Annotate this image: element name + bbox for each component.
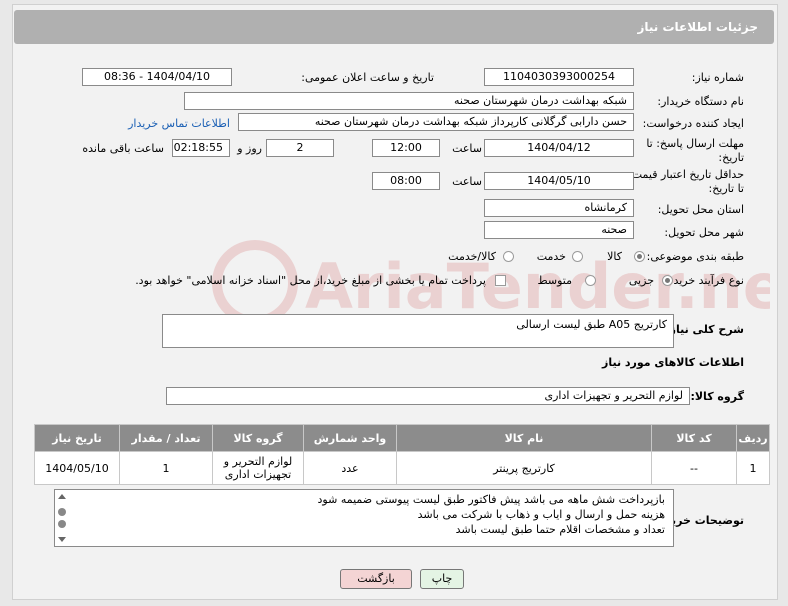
note-line: هزینه حمل و ارسال و ایاب و ذهاب با شرکت … (417, 508, 665, 521)
remaining-label: ساعت باقی مانده (82, 142, 164, 155)
cell-need-date: 1404/05/10 (34, 451, 120, 485)
goods-group-field: لوازم التحریر و تجهیزات اداری (166, 387, 690, 405)
cell-group: لوازم التحریر و تجهیزات اداری (212, 451, 304, 485)
purchase-option-minor: جزیی (628, 274, 654, 287)
buyer-notes-field[interactable]: بازپرداخت شش ماهه می باشد پیش فاکتور طبق… (54, 489, 674, 547)
deadline-label: مهلت ارسال پاسخ: تا تاریخ: (646, 137, 744, 164)
col-header-name: نام کالا (396, 424, 652, 452)
goods-table: ردیف کد کالا نام کالا واحد شمارش گروه کا… (34, 424, 770, 485)
days-field: 2 (266, 139, 334, 157)
validity-label: حداقل تاریخ اعتبار قیمت: تا تاریخ: (628, 168, 744, 195)
cell-code: -- (651, 451, 737, 485)
purchase-type-label: نوع فرآیند خرید : (666, 274, 744, 287)
col-header-group: گروه کالا (212, 424, 304, 452)
validity-date-field: 1404/05/10 (484, 172, 634, 190)
buyer-org-label: نام دستگاه خریدار: (657, 95, 744, 108)
col-header-quantity: تعداد / مقدار (119, 424, 213, 452)
notes-scrollbar[interactable] (55, 490, 69, 546)
category-option-service: خدمت (536, 250, 566, 263)
note-line: تعداد و مشخصات اقلام حتما طبق لیست باشد (455, 523, 665, 536)
cell-quantity: 1 (119, 451, 213, 485)
table-header-row: ردیف کد کالا نام کالا واحد شمارش گروه کا… (34, 424, 770, 452)
days-label: روز و (237, 142, 262, 155)
category-option-goods-service: کالا/خدمت (448, 250, 496, 263)
category-radio-service[interactable] (572, 251, 583, 262)
purchase-radio-medium[interactable] (585, 275, 596, 286)
validity-time-label: ساعت (452, 175, 482, 188)
creator-field: حسن دارابی گرگلانی کارپرداز شبکه بهداشت … (238, 113, 634, 131)
page-title: جزئیات اطلاعات نیاز (637, 20, 758, 34)
summary-label: شرح کلی نیاز: (665, 323, 744, 336)
category-option-goods: کالا (607, 250, 622, 263)
cell-name: کارتریج پرینتر (396, 451, 652, 485)
province-label: استان محل تحویل: (657, 203, 744, 216)
category-radio-goods-service[interactable] (503, 251, 514, 262)
category-radio-goods[interactable] (634, 251, 645, 262)
remaining-time-field: 02:18:55 (172, 139, 230, 157)
goods-group-label: گروه کالا: (690, 390, 744, 403)
col-header-unit: واحد شمارش (303, 424, 397, 452)
purchase-option-medium: متوسط (537, 274, 572, 287)
province-field: کرمانشاه (484, 199, 634, 217)
table-row: 1 -- کارتریج پرینتر عدد لوازم التحریر و … (34, 451, 770, 485)
validity-time-field: 08:00 (372, 172, 440, 190)
note-line: بازپرداخت شش ماهه می باشد پیش فاکتور طبق… (317, 493, 665, 506)
purchase-radio-minor[interactable] (662, 275, 673, 286)
page-header: جزئیات اطلاعات نیاز (14, 10, 774, 44)
buyer-org-field: شبکه بهداشت درمان شهرستان صحنه (184, 92, 634, 110)
contact-info-link[interactable]: اطلاعات تماس خریدار (128, 117, 230, 130)
col-header-code: کد کالا (651, 424, 737, 452)
col-header-need-date: تاریخ نیاز (34, 424, 120, 452)
treasury-payment-checkbox[interactable] (495, 275, 506, 286)
payment-note: پرداخت تمام یا بخشی از مبلغ خرید،از محل … (135, 274, 486, 287)
category-label: طبقه بندی موضوعی: (646, 250, 744, 263)
city-label: شهر محل تحویل: (664, 226, 744, 239)
summary-field: کارتریج A05 طبق لیست ارسالی (162, 314, 674, 348)
col-header-row: ردیف (736, 424, 770, 452)
deadline-date-field: 1404/04/12 (484, 139, 634, 157)
creator-label: ایجاد کننده درخواست: (642, 117, 744, 130)
need-number-field: 1104030393000254 (484, 68, 634, 86)
goods-info-title: اطلاعات کالاهای مورد نیاز (602, 356, 744, 369)
cell-unit: عدد (303, 451, 397, 485)
back-button[interactable]: بازگشت (340, 569, 412, 589)
announce-label: تاریخ و ساعت اعلان عمومی: (301, 71, 434, 84)
city-field: صحنه (484, 221, 634, 239)
deadline-time-field: 12:00 (372, 139, 440, 157)
need-number-label: شماره نیاز: (691, 71, 744, 84)
print-button[interactable]: چاپ (420, 569, 464, 589)
deadline-time-label: ساعت (452, 142, 482, 155)
cell-row-number: 1 (736, 451, 770, 485)
announce-datetime-field: 1404/04/10 - 08:36 (82, 68, 232, 86)
